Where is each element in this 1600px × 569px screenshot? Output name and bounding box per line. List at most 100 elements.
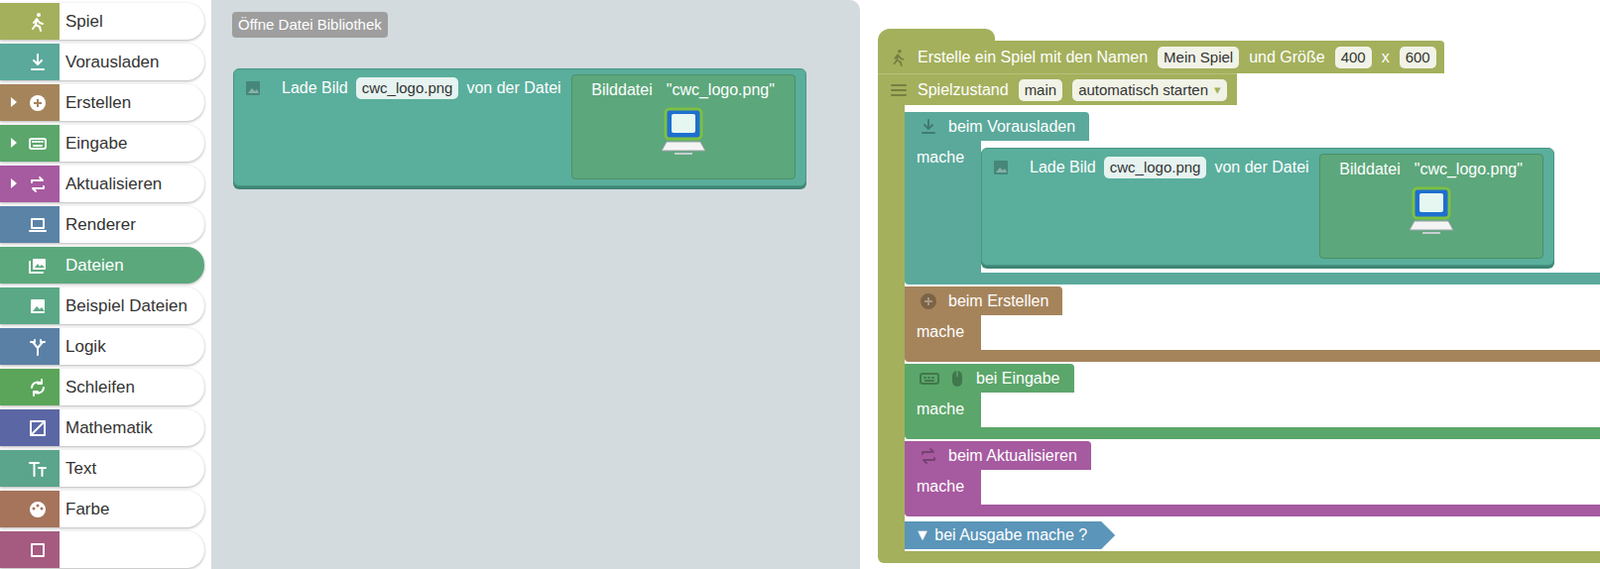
block-label: bei Eingabe: [976, 367, 1061, 391]
event-section[interactable]: beim VorausladenmacheLade Bildcwc_logo.p…: [904, 112, 1600, 285]
image-file-block[interactable]: Bilddatei "cwc_logo.png": [571, 74, 796, 180]
expand-arrow[interactable]: [10, 178, 17, 189]
category-icon: [27, 255, 48, 276]
category-color: [0, 165, 60, 203]
category-icon: [27, 11, 48, 32]
expand-arrow[interactable]: [10, 97, 17, 108]
category-label: Aktualisieren: [59, 171, 162, 198]
block-label: Lade Bild: [1029, 155, 1097, 180]
category-label: Farbe: [59, 496, 110, 523]
category-label: Spiel: [59, 8, 104, 35]
toolbox-item[interactable]: Vorausladen: [0, 43, 205, 81]
category-icon: [27, 540, 48, 561]
text-field[interactable]: Mein Spiel: [1157, 46, 1239, 69]
category-color: [0, 450, 60, 488]
category-icon: [27, 52, 48, 73]
text-field[interactable]: cwc_logo.png: [1104, 156, 1208, 179]
open-library-button[interactable]: Öffne Datei Bibliothek: [232, 11, 388, 38]
block-label: und Größe: [1248, 45, 1325, 70]
category-color: [0, 531, 60, 569]
category-color: [0, 246, 60, 284]
category-label: Dateien: [59, 252, 124, 279]
category-label: Vorausladen: [59, 49, 160, 76]
repeat-icon: [918, 446, 939, 467]
game-block[interactable]: Erstelle ein Spiel mit den Namen Mein Spi…: [877, 28, 1600, 564]
mouse-icon: [948, 369, 967, 389]
category-label: Eingabe: [59, 130, 127, 157]
toolbox-item[interactable]: Eingabe: [0, 124, 205, 162]
toolbox: Spiel Vorausladen Erstellen Eingabe Aktualis…: [0, 0, 212, 569]
event-section[interactable]: beim Aktualisieren mache: [904, 441, 1600, 517]
text-field[interactable]: 600: [1399, 46, 1437, 69]
category-icon: [27, 93, 48, 114]
category-label: Erstellen: [59, 90, 131, 117]
image-icon: [244, 79, 262, 98]
toolbox-item[interactable]: Schleifen: [0, 369, 205, 406]
section-header: beim Vorausladen: [904, 112, 1090, 141]
logo-icon: [1408, 185, 1455, 238]
load-image-block[interactable]: Lade Bildcwc_logo.pngvon der DateiBildda…: [981, 147, 1555, 266]
block-label: Erstelle ein Spiel mit den Namen: [917, 45, 1148, 70]
toolbox-item[interactable]: Erstellen: [0, 84, 205, 122]
category-color: [0, 43, 60, 81]
toolbox-item[interactable]: Mathematik: [0, 409, 205, 447]
toolbox-item[interactable]: [0, 531, 205, 569]
block-label: Spielzustand: [917, 78, 1009, 103]
text-field[interactable]: main: [1018, 79, 1064, 102]
category-color: [0, 2, 60, 40]
section-header: beim Aktualisieren: [904, 441, 1092, 471]
category-icon: [27, 459, 48, 480]
keyboard-icon: [918, 369, 941, 389]
text-field[interactable]: cwc_logo.png: [356, 77, 460, 100]
block-label: mache: [916, 478, 965, 495]
toolbox-item[interactable]: Farbe: [0, 491, 205, 528]
category-icon: [27, 377, 48, 398]
block-label: x: [1381, 45, 1390, 70]
download-icon: [918, 117, 939, 137]
toolbox-item[interactable]: Dateien: [0, 246, 205, 284]
category-color: [0, 124, 60, 162]
load-image-block[interactable]: Lade Bild cwc_logo.png von der Datei Bildda…: [233, 68, 807, 187]
flyout: Öffne Datei Bibliothek Lade Bild cwc_logo.…: [211, 0, 861, 569]
event-section[interactable]: bei Eingabemache: [904, 364, 1600, 440]
toolbox-item[interactable]: Logik: [0, 328, 205, 366]
toolbox-item[interactable]: Spiel: [0, 2, 205, 40]
image-icon: [991, 158, 1010, 177]
workspace: Erstelle ein Spiel mit den Namen Mein Spi…: [860, 0, 1600, 569]
toolbox-item[interactable]: Text: [0, 450, 205, 488]
category-label: Mathematik: [59, 415, 153, 442]
category-label: Beispiel Dateien: [59, 293, 188, 320]
block-label: "cwc_logo.png": [666, 78, 775, 103]
mode-dropdown[interactable]: automatisch starten▾: [1072, 79, 1228, 102]
category-color: [0, 206, 60, 244]
block-label: Bilddatei: [591, 78, 652, 103]
category-label: Logik: [59, 334, 107, 361]
category-label: Schleifen: [59, 374, 135, 401]
toolbox-item[interactable]: Renderer: [0, 206, 205, 244]
output-block[interactable]: ▼ bei Ausgabe mache ?: [904, 521, 1115, 550]
category-icon: [27, 215, 48, 236]
section-header: bei Eingabe: [904, 364, 1075, 393]
block-label: Lade Bild: [281, 76, 349, 101]
event-section[interactable]: beim Erstellenmache: [904, 286, 1600, 363]
section-header: beim Erstellen: [904, 286, 1063, 316]
text-field[interactable]: 400: [1335, 46, 1372, 69]
block-label: beim Aktualisieren: [948, 444, 1078, 469]
expand-arrow[interactable]: [10, 137, 17, 148]
category-label: Renderer: [59, 212, 136, 239]
block-label: Bilddatei: [1339, 157, 1400, 182]
list-icon: [889, 81, 908, 100]
block-label: von der Datei: [466, 76, 561, 101]
category-icon: [27, 499, 48, 520]
category-color: [0, 84, 60, 122]
category-icon: [27, 296, 48, 317]
plus-circle-icon: [918, 291, 939, 312]
category-icon: [27, 337, 48, 358]
category-icon: [27, 174, 48, 195]
toolbox-item[interactable]: Beispiel Dateien: [0, 287, 205, 325]
logo-icon: [660, 106, 707, 158]
toolbox-item[interactable]: Aktualisieren: [0, 165, 205, 203]
image-file-block[interactable]: Bilddatei "cwc_logo.png": [1319, 153, 1544, 259]
block-label: "cwc_logo.png": [1414, 157, 1523, 182]
category-color: [0, 409, 60, 447]
